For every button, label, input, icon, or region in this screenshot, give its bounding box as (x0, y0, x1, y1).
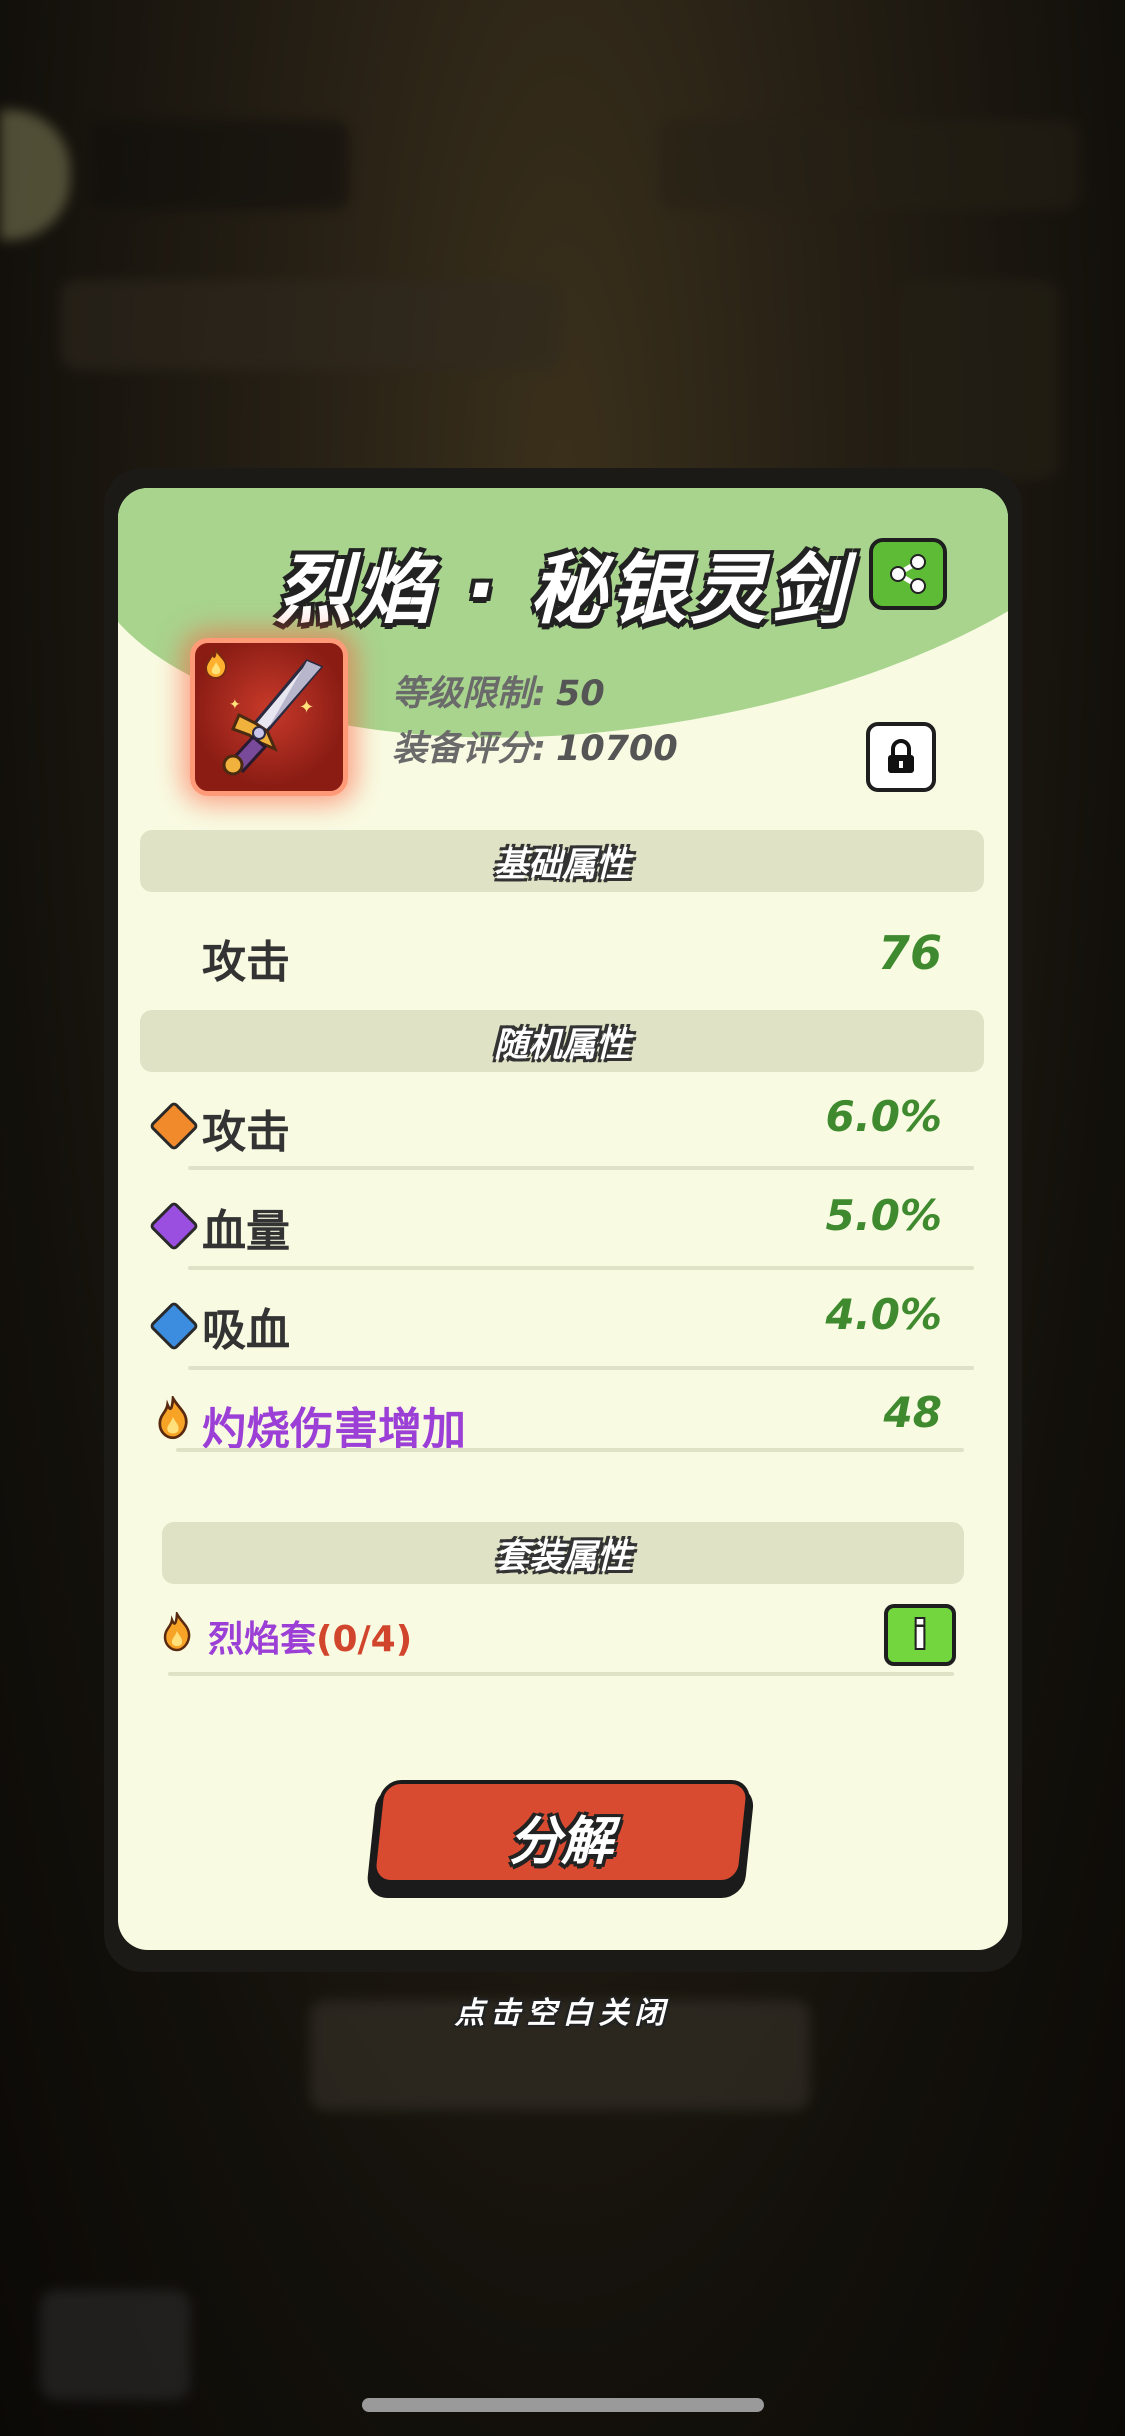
section-base-attributes: 基础属性 (140, 830, 984, 892)
set-progress: (0/4) (316, 1619, 413, 1660)
random-stat-label: 血量 (202, 1206, 290, 1257)
home-indicator[interactable] (362, 2398, 764, 2412)
set-info-button[interactable]: i (884, 1604, 956, 1666)
row-divider (188, 1166, 974, 1170)
decompose-button[interactable]: 分解 (365, 1780, 756, 1898)
svg-text:✦: ✦ (299, 697, 314, 718)
sword-icon: ✦ ✦ (222, 659, 324, 776)
random-stat-value: 6.0% (825, 1092, 942, 1141)
level-value: 50 (556, 674, 605, 714)
row-divider (176, 1448, 964, 1452)
random-stat-value: 5.0% (825, 1191, 942, 1240)
blue-gem-icon (148, 1300, 200, 1352)
random-stat-label: 攻击 (202, 1107, 290, 1158)
random-stat-label: 吸血 (202, 1305, 290, 1356)
row-divider (168, 1672, 954, 1676)
flame-icon (163, 1612, 191, 1652)
special-stat-value: 48 (883, 1388, 942, 1437)
random-stat-value: 4.0% (825, 1290, 942, 1339)
score-label: 装备评分: (392, 729, 546, 769)
level-label: 等级限制: (392, 674, 546, 714)
decompose-label: 分解 (508, 1811, 613, 1872)
item-icon: ✦ ✦ (190, 638, 348, 796)
section-random-attributes: 随机属性 (140, 1010, 984, 1072)
row-divider (188, 1266, 974, 1270)
item-detail-modal: 烈焰 · 秘银灵剑 ✦ ✦ 等级限制: 50 装备评分: 10700 基础属性 … (118, 488, 1008, 1950)
set-bonus-name: 烈焰套(0/4) (208, 1610, 412, 1662)
lock-button[interactable] (866, 722, 936, 792)
tap-to-close-hint: 点击空白关闭 (454, 1996, 671, 2031)
svg-text:✦: ✦ (229, 697, 241, 713)
equipment-score: 装备评分: 10700 (392, 720, 678, 771)
base-stat-value: 76 (877, 926, 942, 980)
share-icon (890, 554, 926, 594)
purple-gem-icon (148, 1200, 200, 1252)
score-value: 10700 (556, 729, 678, 769)
orange-gem-icon (148, 1100, 200, 1152)
row-divider (188, 1366, 974, 1370)
set-name: 烈焰套 (208, 1619, 317, 1660)
section-set-attributes: 套装属性 (162, 1522, 964, 1584)
share-button[interactable] (869, 538, 947, 610)
lock-icon (888, 739, 914, 773)
base-stat-label: 攻击 (202, 937, 290, 988)
level-requirement: 等级限制: 50 (392, 665, 605, 716)
flame-icon (158, 1396, 188, 1440)
